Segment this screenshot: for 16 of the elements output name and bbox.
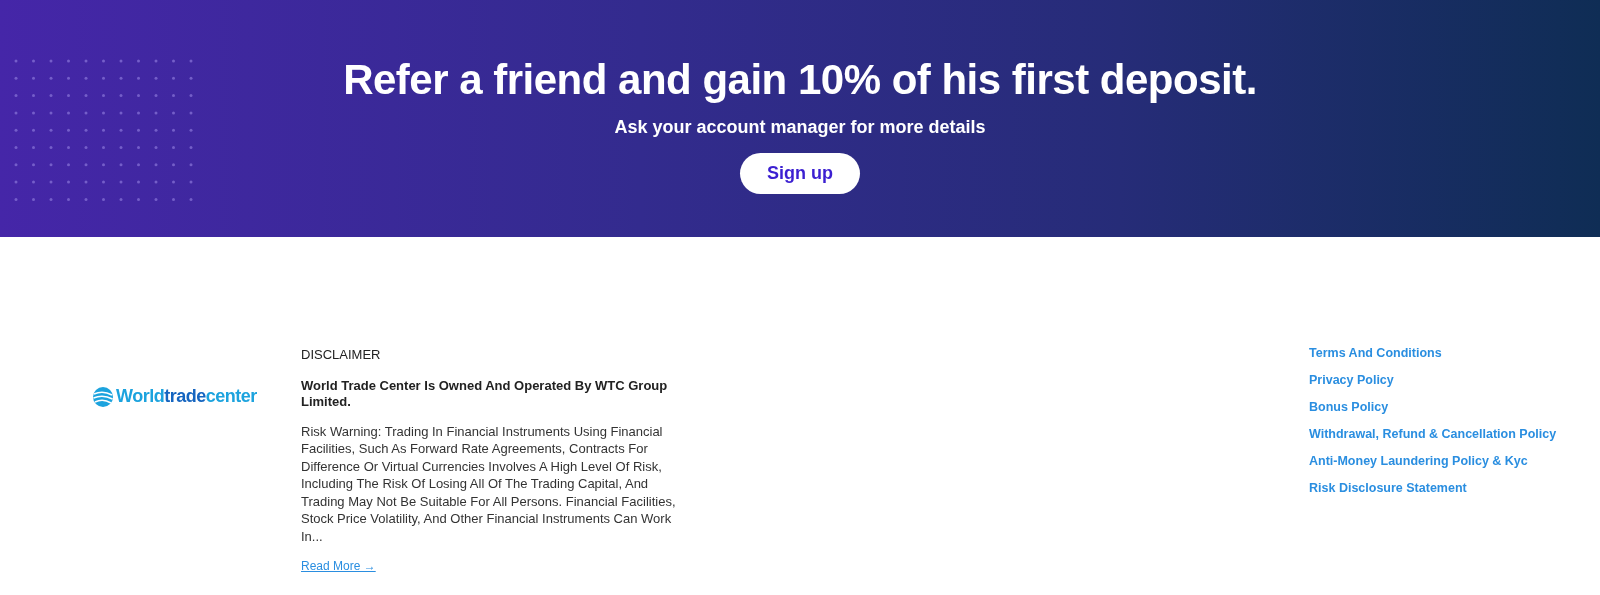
banner-title: Refer a friend and gain 10% of his first deposit. bbox=[343, 55, 1257, 105]
policy-link[interactable]: Bonus Policy bbox=[1309, 400, 1389, 414]
policy-link[interactable]: Privacy Policy bbox=[1309, 373, 1394, 387]
company-logo[interactable]: Worldtradecenter bbox=[92, 383, 301, 410]
banner-subtitle: Ask your account manager for more details bbox=[614, 116, 986, 139]
read-more-link[interactable]: Read More → bbox=[301, 557, 376, 575]
sign-up-button[interactable]: Sign up bbox=[740, 153, 860, 194]
disclaimer-heading: DISCLAIMER bbox=[301, 346, 382, 364]
owner-statement: World Trade Center Is Owned And Operated By WTC Group Limited. bbox=[301, 377, 669, 410]
globe-icon bbox=[92, 385, 114, 408]
policy-link[interactable]: Risk Disclosure Statement bbox=[1309, 481, 1467, 495]
policy-link[interactable]: Terms And Conditions bbox=[1309, 346, 1442, 360]
policy-link[interactable]: Anti-Money Laundering Policy & Kyc bbox=[1309, 454, 1528, 468]
logo-text: Worldtradecenter bbox=[116, 385, 257, 408]
risk-warning: Risk Warning: Trading In Financial Instruments Using Financial Facilities, Such As Forward Rate Agreements, Contracts For Difference Or Virtual Currencies Involves A High Level Of Risk, Including The Risk Of Losing All Of The Trading Capital, And Trading May Not Be Suitable For All Persons. Financial Facilities, Stock Price Volatility, And Other Financial Instruments Can Work In... bbox=[301, 422, 677, 545]
policy-link[interactable]: Withdrawal, Refund & Cancellation Policy bbox=[1309, 427, 1557, 441]
